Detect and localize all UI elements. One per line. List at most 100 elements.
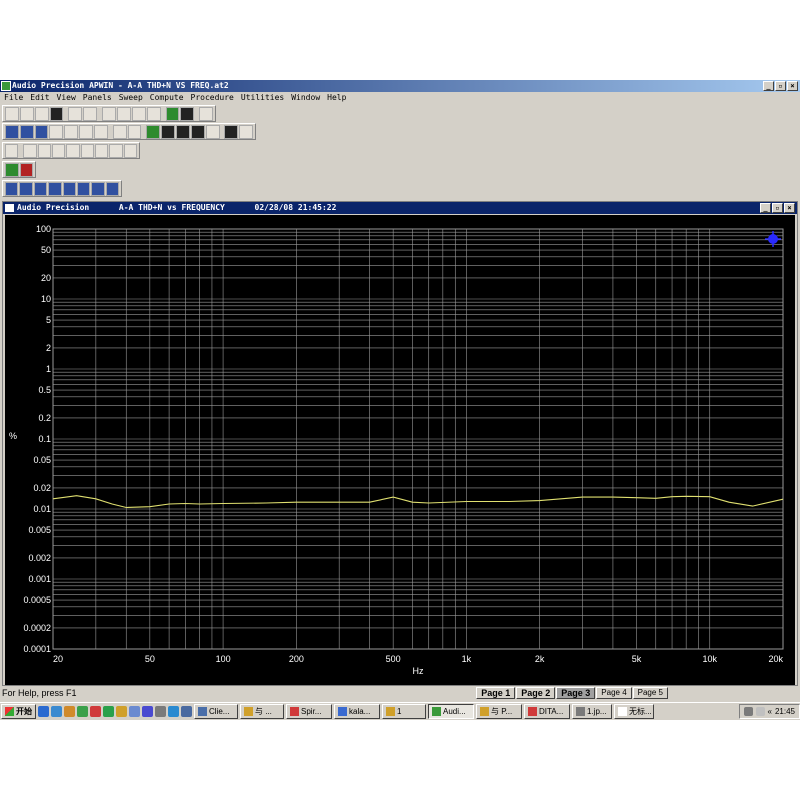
macro-icon[interactable]: [5, 143, 19, 158]
menu-utilities[interactable]: Utilities: [241, 92, 284, 104]
edit-macro-icon[interactable]: [123, 143, 137, 158]
step-icon[interactable]: [66, 143, 80, 158]
restore-button[interactable]: ▫: [775, 81, 786, 91]
music-icon[interactable]: [155, 706, 166, 717]
run-icon[interactable]: [23, 143, 37, 158]
copy-icon[interactable]: [131, 106, 146, 121]
help-pointer-icon[interactable]: [199, 106, 214, 121]
paste-icon[interactable]: [146, 106, 161, 121]
tab-page-4[interactable]: Page 4: [596, 687, 632, 699]
print-preview-icon[interactable]: [83, 106, 98, 121]
chart-icon[interactable]: [224, 124, 239, 139]
panel-meter-icon[interactable]: [112, 124, 127, 139]
panel-filter-icon[interactable]: [79, 124, 93, 139]
panel-generator-icon[interactable]: [5, 124, 19, 139]
step-over-icon[interactable]: [80, 143, 94, 158]
view-sweep-icon[interactable]: [33, 181, 48, 196]
generator-icon[interactable]: [165, 106, 180, 121]
panel-arrow-icon[interactable]: [127, 124, 142, 139]
open-file-icon[interactable]: [19, 106, 34, 121]
print-icon[interactable]: [68, 106, 83, 121]
start-sweep-icon[interactable]: [5, 162, 19, 177]
save-icon[interactable]: [34, 106, 49, 121]
chat-icon[interactable]: [116, 706, 127, 717]
tab-page-1[interactable]: Page 1: [476, 687, 516, 699]
stop-icon[interactable]: [51, 143, 66, 158]
view-table-icon[interactable]: [48, 181, 62, 196]
panel-analyzer-icon[interactable]: [19, 124, 34, 139]
task-3[interactable]: Spir...: [286, 704, 332, 719]
task-1[interactable]: Clie...: [194, 704, 238, 719]
menu-help[interactable]: Help: [327, 92, 346, 104]
down-arrow-icon[interactable]: [161, 124, 176, 139]
search-icon[interactable]: [142, 706, 153, 717]
desktop-icon[interactable]: [51, 706, 62, 717]
panel-bar-icon[interactable]: [64, 124, 79, 139]
tray-expand-icon[interactable]: «: [768, 707, 772, 716]
breakpoint-icon[interactable]: [94, 143, 109, 158]
menu-procedure[interactable]: Procedure: [191, 92, 234, 104]
cut-icon[interactable]: [116, 106, 131, 121]
view-bars-icon[interactable]: [76, 181, 91, 196]
view-data-icon[interactable]: [19, 181, 33, 196]
task-10[interactable]: 无标...: [614, 704, 654, 719]
task-4[interactable]: kala...: [334, 704, 380, 719]
window-icon[interactable]: [205, 124, 220, 139]
tab-page-2[interactable]: Page 2: [516, 687, 556, 699]
folder-icon[interactable]: [64, 706, 75, 717]
pause-icon[interactable]: [37, 143, 51, 158]
close-button[interactable]: ×: [787, 81, 798, 91]
mail-icon[interactable]: [168, 706, 179, 717]
stop-sweep-icon[interactable]: [19, 162, 33, 177]
y-tick-label: 2: [46, 343, 51, 353]
panel-sweep-icon[interactable]: [34, 124, 49, 139]
graph-restore-button[interactable]: ▫: [772, 203, 783, 213]
menu-compute[interactable]: Compute: [150, 92, 184, 104]
menu-panels[interactable]: Panels: [83, 92, 112, 104]
view-graph-icon[interactable]: [5, 181, 19, 196]
go-icon[interactable]: [146, 124, 161, 139]
ie-icon[interactable]: [38, 706, 49, 717]
task-9[interactable]: 1.jp...: [572, 704, 612, 719]
task-audio-precision[interactable]: Audi...: [428, 704, 474, 719]
shield-icon[interactable]: [90, 706, 101, 717]
tree-icon[interactable]: [103, 706, 114, 717]
menu-file[interactable]: File: [4, 92, 23, 104]
undo-icon[interactable]: [102, 106, 116, 121]
watch-icon[interactable]: [109, 143, 123, 158]
task-8[interactable]: DITA...: [524, 704, 570, 719]
network-icon[interactable]: [743, 707, 753, 716]
task-7[interactable]: 与 P...: [476, 704, 522, 719]
start-button[interactable]: 开始: [1, 704, 36, 719]
view-log-icon[interactable]: [62, 181, 76, 196]
view-spectrum-icon[interactable]: [91, 181, 105, 196]
save-all-icon[interactable]: [49, 106, 64, 121]
thd-chart[interactable]: 100 50 20 10 5 2 1 0.5 0.2 0.1 0.05 0.02 0.01 0.005 0.…: [5, 215, 795, 685]
volume-icon[interactable]: [755, 707, 765, 716]
minimize-button[interactable]: _: [763, 81, 774, 91]
menu-view[interactable]: View: [57, 92, 76, 104]
view-panel-icon[interactable]: [105, 181, 119, 196]
app-titlebar: Audio Precision APWIN - A-A THD+N VS FRE…: [0, 80, 800, 92]
media-icon[interactable]: [77, 706, 88, 717]
menu-window[interactable]: Window: [291, 92, 320, 104]
tab-page-3[interactable]: Page 3: [556, 687, 596, 699]
list-icon[interactable]: [190, 124, 205, 139]
menu-edit[interactable]: Edit: [30, 92, 49, 104]
app-launcher-icon[interactable]: [181, 706, 192, 717]
tab-page-5[interactable]: Page 5: [632, 687, 668, 699]
analyzer-icon[interactable]: [180, 106, 195, 121]
menu-sweep[interactable]: Sweep: [119, 92, 143, 104]
graph-close-button[interactable]: ×: [784, 203, 795, 213]
plot-area[interactable]: 100 50 20 10 5 2 1 0.5 0.2 0.1 0.05 0.02 0.01 0.005 0.…: [5, 215, 795, 685]
new-file-icon[interactable]: [5, 106, 19, 121]
optimize-icon[interactable]: [239, 124, 254, 139]
task-2[interactable]: 与 ...: [240, 704, 284, 719]
graph-icon[interactable]: [176, 124, 190, 139]
start-label: 开始: [16, 707, 32, 716]
panel-settings-icon[interactable]: [93, 124, 108, 139]
globe-icon[interactable]: [129, 706, 140, 717]
panel-data-icon[interactable]: [49, 124, 64, 139]
task-5[interactable]: 1: [382, 704, 426, 719]
graph-minimize-button[interactable]: _: [760, 203, 771, 213]
